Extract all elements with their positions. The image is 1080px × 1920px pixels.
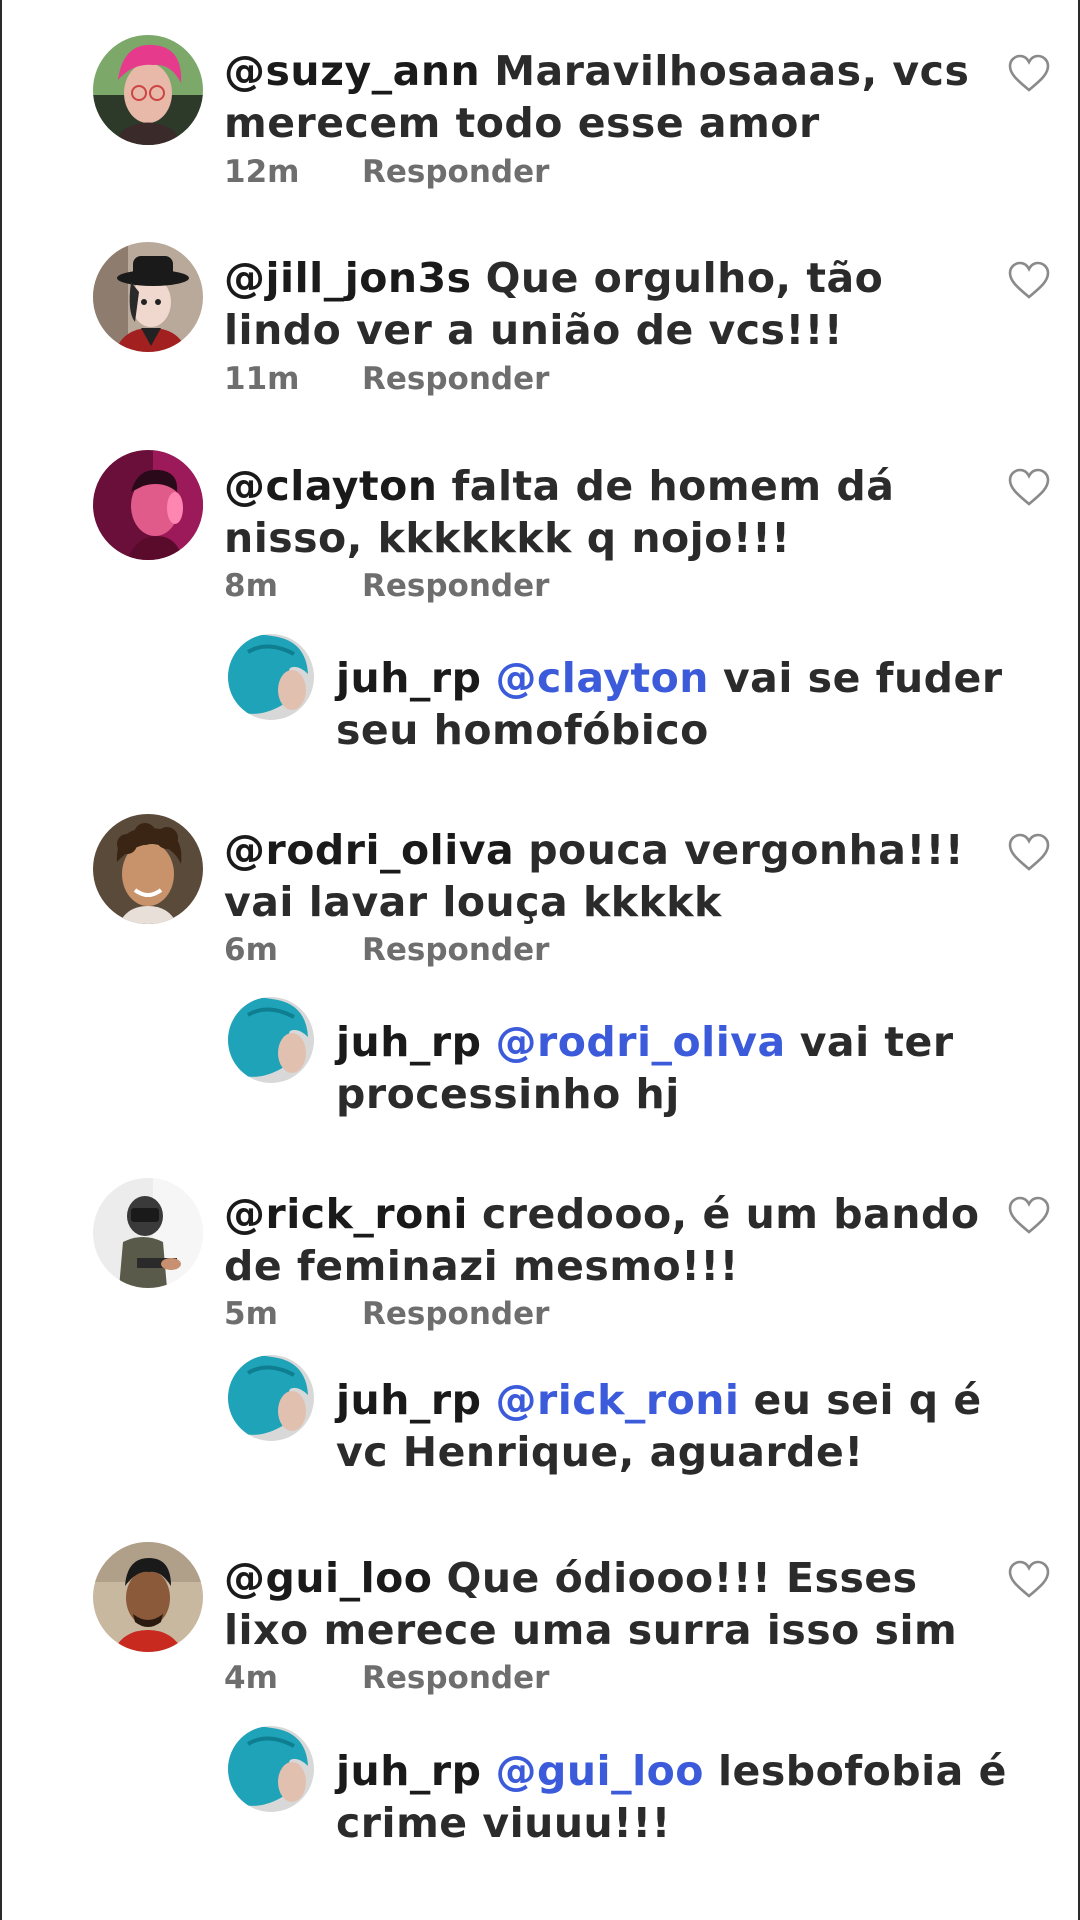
heart-outline-icon[interactable] [1007, 260, 1051, 300]
comment-meta: 5m Responder [224, 1296, 549, 1332]
reply-avatar[interactable] [228, 1355, 314, 1441]
avatar[interactable] [93, 242, 203, 352]
person-with-black-hat-avatar [93, 242, 203, 352]
avatar[interactable] [93, 1178, 203, 1288]
comment-body: @gui_loo Que ódiooo!!! Esses lixo merece … [224, 1552, 984, 1656]
comment-meta: 6m Responder [224, 932, 549, 968]
comment-body: @rick_roni credooo, é um bando de feminaz… [224, 1188, 984, 1292]
avatar[interactable] [93, 35, 203, 145]
comment-body: @rodri_oliva pouca vergonha!!! vai lavar … [224, 824, 984, 928]
reply-body: juh_rp @clayton vai se fuder seu homofóbic… [336, 652, 1016, 756]
comment-meta: 12m Responder [224, 154, 549, 190]
avatar[interactable] [93, 814, 203, 924]
reply-button[interactable]: Responder [362, 1660, 549, 1696]
comment-body: @suzy_ann Maravilhosaaas, vcs merecem tod… [224, 45, 984, 149]
blue-haired-person-avatar [228, 1355, 314, 1441]
reply-body: juh_rp @gui_loo lesbofobia é crime viuuu!!… [336, 1745, 1016, 1849]
comment-time: 8m [224, 568, 278, 604]
reply-mention[interactable]: @clayton [496, 654, 709, 702]
comment-time: 6m [224, 932, 278, 968]
comment-username[interactable]: @rick_roni [224, 1190, 468, 1238]
comment-time: 12m [224, 154, 300, 190]
reply-username[interactable]: juh_rp [336, 1018, 482, 1066]
heart-outline-icon[interactable] [1007, 1559, 1051, 1599]
reply-button[interactable]: Responder [362, 361, 549, 397]
comment-username[interactable]: @gui_loo [224, 1554, 432, 1602]
comment-time: 11m [224, 361, 300, 397]
reply-avatar[interactable] [228, 1726, 314, 1812]
reply-avatar[interactable] [228, 634, 314, 720]
reply-avatar[interactable] [228, 997, 314, 1083]
reply-mention[interactable]: @rodri_oliva [496, 1018, 786, 1066]
comment-meta: 8m Responder [224, 568, 549, 604]
comment-username[interactable]: @jill_jon3s [224, 254, 472, 302]
man-in-magenta-light-avatar [93, 450, 203, 560]
heart-outline-icon[interactable] [1007, 467, 1051, 507]
comment-body: @clayton falta de homem dá nisso, kkkkkkk… [224, 460, 984, 564]
curly-haired-man-avatar [93, 814, 203, 924]
comment-meta: 4m Responder [224, 1660, 549, 1696]
heart-outline-icon[interactable] [1007, 832, 1051, 872]
reply-body: juh_rp @rodri_oliva vai ter processinho hj [336, 1016, 1016, 1120]
comment-username[interactable]: @rodri_oliva [224, 826, 514, 874]
man-in-red-shirt-avatar [93, 1542, 203, 1652]
blue-haired-person-avatar [228, 1726, 314, 1812]
comment-username[interactable]: @clayton [224, 462, 437, 510]
comment-body: @jill_jon3s Que orgulho, tão lindo ver a … [224, 252, 984, 356]
reply-button[interactable]: Responder [362, 1296, 549, 1332]
avatar[interactable] [93, 1542, 203, 1652]
frame-border-left [0, 0, 2, 1920]
heart-outline-icon[interactable] [1007, 1195, 1051, 1235]
reply-username[interactable]: juh_rp [336, 654, 482, 702]
reply-button[interactable]: Responder [362, 932, 549, 968]
comment-time: 4m [224, 1660, 278, 1696]
blue-haired-person-avatar [228, 634, 314, 720]
reply-mention[interactable]: @gui_loo [496, 1747, 704, 1795]
heart-outline-icon[interactable] [1007, 53, 1051, 93]
reply-button[interactable]: Responder [362, 568, 549, 604]
pink-haired-person-avatar [93, 35, 203, 145]
avatar[interactable] [93, 450, 203, 560]
comment-time: 5m [224, 1296, 278, 1332]
reply-button[interactable]: Responder [362, 154, 549, 190]
comment-meta: 11m Responder [224, 361, 549, 397]
reply-username[interactable]: juh_rp [336, 1376, 482, 1424]
reply-username[interactable]: juh_rp [336, 1747, 482, 1795]
comment-username[interactable]: @suzy_ann [224, 47, 480, 95]
blue-haired-person-avatar [228, 997, 314, 1083]
reply-mention[interactable]: @rick_roni [496, 1376, 740, 1424]
reply-body: juh_rp @rick_roni eu sei q é vc Henrique, … [336, 1374, 1016, 1478]
man-with-welding-mask-avatar [93, 1178, 203, 1288]
